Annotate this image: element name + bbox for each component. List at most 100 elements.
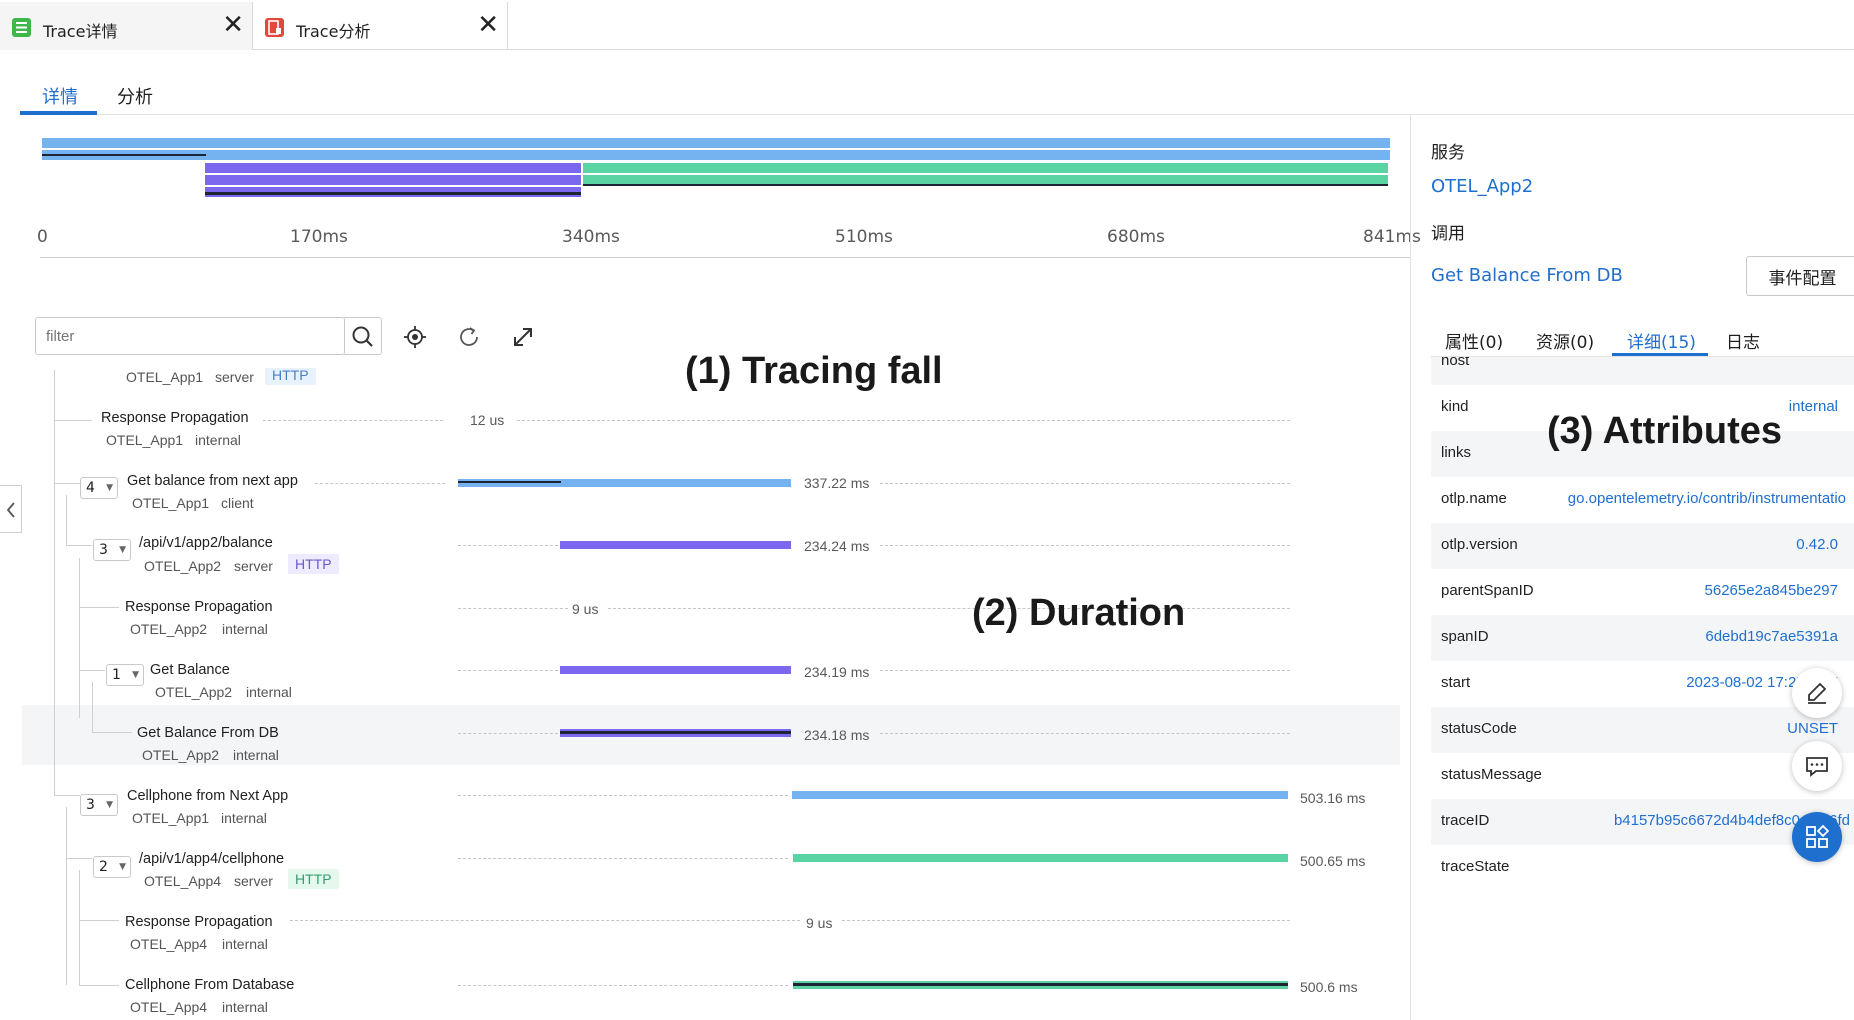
tab-detail[interactable]: 详情 xyxy=(42,83,78,109)
span-name[interactable]: Cellphone From Database xyxy=(125,977,294,993)
collapse-handle[interactable] xyxy=(0,485,22,533)
tab-analysis[interactable]: 分析 xyxy=(117,83,153,109)
span-kind: server xyxy=(234,558,273,574)
overview-bar xyxy=(583,163,1388,173)
apps-button[interactable] xyxy=(1792,812,1842,862)
span-kind: server xyxy=(234,873,273,889)
call-link[interactable]: Get Balance From DB xyxy=(1431,265,1623,286)
timeline-dash xyxy=(880,733,1290,734)
span-bar[interactable] xyxy=(560,541,791,549)
attribute-row: otlp.name go.opentelemetry.io/contrib/ins… xyxy=(1441,490,1846,507)
timeline-dash xyxy=(458,858,788,859)
pencil-icon xyxy=(1808,682,1827,704)
tab-logs[interactable]: 日志 xyxy=(1726,328,1760,353)
span-name[interactable]: Get balance from next app xyxy=(127,473,298,489)
edit-button[interactable] xyxy=(1792,668,1842,718)
child-count-toggle[interactable]: 3 ▼ xyxy=(93,539,131,561)
tab-attributes[interactable]: 属性(0) xyxy=(1445,328,1503,353)
tab-trace-detail[interactable]: Trace详情 ✕ xyxy=(0,2,253,50)
tree-line xyxy=(66,495,67,545)
window-tab-bar: Trace详情 ✕ Trace分析 ✕ xyxy=(0,0,1854,50)
filter-input[interactable] xyxy=(35,317,345,355)
tree-line xyxy=(54,483,80,484)
span-kind: internal xyxy=(246,684,292,700)
timeline-dash xyxy=(880,670,1290,671)
timeline-dash xyxy=(290,920,800,921)
apps-icon xyxy=(1806,824,1830,848)
tab-details[interactable]: 详细(15) xyxy=(1627,328,1696,353)
axis-tick: 340ms xyxy=(562,227,620,247)
http-tag: HTTP xyxy=(288,869,339,889)
overview-bar xyxy=(42,138,1390,148)
annotation-attributes: (3) Attributes xyxy=(1547,410,1783,452)
child-count-toggle[interactable]: 2 ▼ xyxy=(93,856,131,878)
span-service: OTEL_App1 xyxy=(126,369,204,385)
chevron-left-icon xyxy=(6,502,15,518)
span-kind: internal xyxy=(222,621,268,637)
tree-line xyxy=(54,795,80,796)
feedback-button[interactable] xyxy=(1792,741,1842,791)
span-name[interactable]: Get Balance xyxy=(150,662,230,678)
attribute-row: traceID b4157b95c6672d4b4def8c043f96fd xyxy=(1431,799,1854,845)
span-duration: 9 us xyxy=(806,915,833,931)
service-link[interactable]: OTEL_App2 xyxy=(1431,176,1533,197)
span-name[interactable]: Response Propagation xyxy=(125,914,273,930)
search-button[interactable] xyxy=(344,317,382,355)
expand-icon[interactable] xyxy=(510,324,536,350)
span-service: OTEL_App2 xyxy=(142,747,220,763)
span-name[interactable]: Get Balance From DB xyxy=(137,725,279,741)
timeline-dash xyxy=(263,420,443,421)
locate-icon[interactable] xyxy=(402,324,428,350)
tab-resources[interactable]: 资源(0) xyxy=(1536,328,1594,353)
span-duration: 234.18 ms xyxy=(804,727,870,743)
span-bar[interactable] xyxy=(560,666,791,674)
refresh-icon[interactable] xyxy=(456,324,482,350)
span-kind: client xyxy=(221,495,254,511)
tree-line xyxy=(66,858,92,859)
span-name[interactable]: Response Propagation xyxy=(125,599,273,615)
span-name[interactable]: /api/v1/app4/cellphone xyxy=(139,851,284,867)
span-service: OTEL_App4 xyxy=(130,999,208,1015)
attribute-row: spanID 6debd19c7ae5391a xyxy=(1431,615,1854,661)
close-icon[interactable]: ✕ xyxy=(477,12,499,38)
overview-bar-marker xyxy=(42,154,206,156)
span-duration: 12 us xyxy=(470,412,505,428)
span-service: OTEL_App1 xyxy=(132,495,210,511)
child-count-toggle[interactable]: 3 ▼ xyxy=(80,794,118,816)
tab-trace-analysis[interactable]: Trace分析 ✕ xyxy=(253,2,508,50)
overview-bar-marker xyxy=(205,192,581,195)
span-duration: 9 us xyxy=(572,601,599,617)
event-config-button[interactable]: 事件配置 xyxy=(1746,256,1854,296)
span-name[interactable]: Cellphone from Next App xyxy=(127,788,288,804)
span-duration: 503.16 ms xyxy=(1300,790,1366,806)
tab-label: Trace详情 xyxy=(43,22,118,41)
span-bar[interactable] xyxy=(793,854,1288,862)
active-tab-indicator xyxy=(20,111,97,115)
child-count-toggle[interactable]: 4 ▼ xyxy=(80,477,118,499)
span-name[interactable]: Response Propagation xyxy=(101,410,249,426)
close-icon[interactable]: ✕ xyxy=(222,12,244,38)
tree-line xyxy=(54,420,92,421)
timeline-dash xyxy=(842,920,1290,921)
span-service: OTEL_App4 xyxy=(130,936,208,952)
timeline-dash xyxy=(458,985,788,986)
chevron-down-icon: ▼ xyxy=(132,670,139,680)
span-kind: internal xyxy=(222,936,268,952)
span-bar[interactable] xyxy=(792,791,1288,799)
tree-line xyxy=(66,807,67,985)
span-name[interactable]: /api/v1/app2/balance xyxy=(139,535,273,551)
tree-line xyxy=(79,920,119,921)
span-kind: internal xyxy=(195,432,241,448)
tree-line xyxy=(92,732,132,733)
attribute-list: host kind internal links otlp.name go.open… xyxy=(1431,357,1854,1020)
timeline-dash xyxy=(880,545,1290,546)
child-count-toggle[interactable]: 1 ▼ xyxy=(106,664,144,686)
chevron-down-icon: ▼ xyxy=(106,483,113,493)
span-bar-marker xyxy=(560,731,791,734)
overview-bar xyxy=(205,163,581,173)
attribute-row: statusMessage xyxy=(1441,766,1542,783)
report-icon xyxy=(265,18,284,37)
span-duration: 234.24 ms xyxy=(804,538,870,554)
tree-line xyxy=(66,545,92,546)
message-icon xyxy=(1806,757,1828,777)
